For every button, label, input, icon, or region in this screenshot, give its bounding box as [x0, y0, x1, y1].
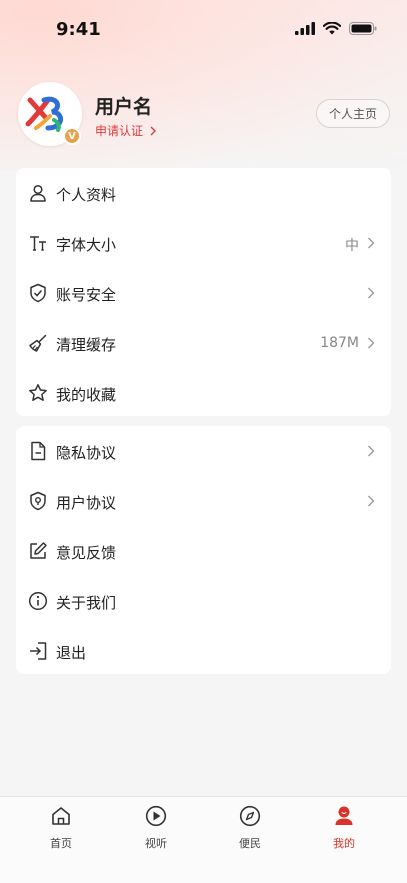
play-icon	[145, 805, 167, 827]
menu-item-logout[interactable]: 退出	[16, 626, 391, 676]
chevron-right-icon	[368, 337, 375, 349]
chevron-right-icon	[368, 495, 375, 507]
edit-icon	[30, 542, 47, 559]
menu-item-about-us[interactable]: 关于我们	[16, 576, 391, 626]
user-icon	[30, 184, 46, 202]
font-size-value: 中	[345, 238, 359, 254]
chevron-right-icon	[368, 237, 375, 249]
shield-check-icon	[30, 283, 46, 303]
chevron-right-icon	[150, 126, 156, 136]
menu-item-profile[interactable]: 个人资料	[16, 168, 391, 218]
profile-header: V 用户名 申请认证 个人主页	[18, 80, 390, 150]
menu-label: 清理缓存	[56, 336, 117, 354]
tab-home[interactable]: 首页	[31, 805, 91, 855]
battery-icon	[349, 22, 377, 35]
menu-label: 意见反馈	[56, 544, 117, 562]
tab-label: 首页	[50, 837, 72, 850]
tab-label: 视听	[145, 837, 167, 850]
menu-item-favorites[interactable]: 我的收藏	[16, 368, 391, 418]
tab-label: 我的	[333, 837, 355, 850]
menu-item-user-agreement[interactable]: 用户协议	[16, 476, 391, 526]
font-size-icon	[30, 236, 46, 251]
compass-icon	[239, 805, 261, 827]
menu-label: 我的收藏	[56, 386, 117, 404]
menu-item-account-security[interactable]: 账号安全	[16, 268, 391, 318]
personal-homepage-button[interactable]: 个人主页	[315, 99, 390, 128]
logout-icon	[30, 642, 47, 660]
home-icon	[52, 807, 70, 825]
chevron-right-icon	[368, 445, 375, 457]
verified-badge: V	[63, 127, 81, 145]
status-bar: 9:41	[0, 0, 407, 60]
signal-icon	[295, 22, 315, 35]
settings-card-account: 个人资料 字体大小 中 账号安全 清理缓存 187M 我的收藏	[16, 168, 391, 416]
menu-item-clear-cache[interactable]: 清理缓存 187M	[16, 318, 391, 368]
star-icon	[29, 384, 47, 401]
shield-pin-icon	[30, 491, 46, 511]
tab-label: 便民	[239, 837, 261, 850]
wifi-icon	[323, 22, 341, 35]
menu-item-privacy-policy[interactable]: 隐私协议	[16, 426, 391, 476]
document-icon	[31, 441, 46, 461]
menu-label: 个人资料	[56, 186, 117, 204]
settings-card-about: 隐私协议 用户协议 意见反馈 关于我们 退出	[16, 426, 391, 674]
broom-icon	[29, 334, 47, 352]
menu-item-font-size[interactable]: 字体大小 中	[16, 218, 391, 268]
menu-label: 隐私协议	[56, 444, 117, 462]
status-time: 9:41	[56, 19, 101, 40]
chevron-right-icon	[368, 287, 375, 299]
status-icons	[295, 22, 377, 35]
tab-mine[interactable]: 我的	[314, 805, 374, 855]
menu-label: 字体大小	[56, 236, 117, 254]
personal-homepage-label: 个人主页	[328, 107, 377, 121]
info-icon	[28, 591, 48, 611]
cache-size-value: 187M	[320, 335, 359, 351]
tab-media[interactable]: 视听	[126, 805, 186, 855]
menu-label: 用户协议	[56, 494, 117, 512]
menu-label: 账号安全	[56, 286, 117, 304]
profile-icon	[335, 806, 353, 825]
bottom-tab-bar: 首页 视听 便民 我的	[0, 796, 407, 883]
apply-verify-link[interactable]: 申请认证	[95, 122, 156, 139]
menu-label: 关于我们	[56, 594, 117, 612]
menu-item-feedback[interactable]: 意见反馈	[16, 526, 391, 576]
tab-services[interactable]: 便民	[220, 805, 280, 855]
apply-verify-label: 申请认证	[95, 124, 144, 138]
username: 用户名	[95, 96, 153, 118]
menu-label: 退出	[56, 644, 87, 662]
